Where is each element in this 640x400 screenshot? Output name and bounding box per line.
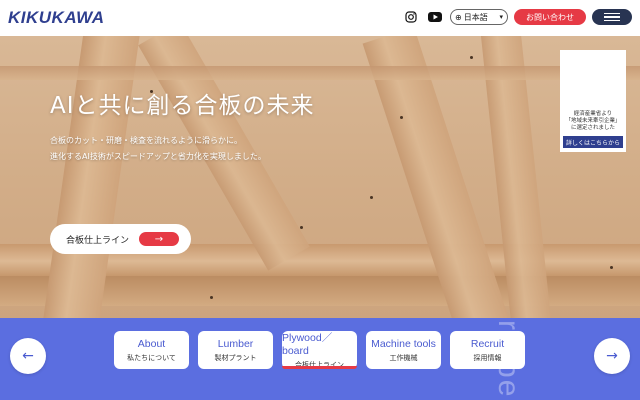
cta-label: 合板仕上ライン	[66, 235, 130, 246]
plywood-line-button[interactable]: 合板仕上ライン →	[50, 224, 191, 254]
carousel-prev-button[interactable]: ←	[10, 338, 46, 374]
card-subtitle: 採用情報	[473, 353, 502, 362]
language-select[interactable]: ⊕ 日本語 ▾	[450, 9, 508, 25]
hero-title: AIと共に創る合板の未来	[50, 93, 315, 119]
card-subtitle: 製材プラント	[214, 353, 257, 362]
card-machine-tools[interactable]: Machine tools 工作機械	[366, 331, 441, 369]
award-text-line: に選定されました	[570, 125, 615, 131]
arrow-right-icon: →	[606, 348, 618, 364]
contact-button[interactable]: お問い合わせ	[514, 9, 586, 25]
wood-knot	[370, 196, 373, 199]
wood-beam	[0, 66, 640, 80]
youtube-icon[interactable]	[426, 8, 444, 26]
section-cards: About 私たちについて Lumber 製材プラント Plywood／boar…	[114, 331, 525, 369]
card-title: Machine tools	[371, 337, 436, 350]
site-logo[interactable]: KIKUKAWA	[8, 8, 105, 28]
arrow-right-icon: →	[139, 232, 179, 246]
carousel-next-button[interactable]: →	[594, 338, 630, 374]
award-banner: 経済産業省より 「地域未来牽引企業」 に選定されました 詳しくはこちらから	[560, 50, 626, 152]
wood-knot	[210, 296, 213, 299]
award-text: 経済産業省より 「地域未来牽引企業」 に選定されました	[565, 111, 620, 132]
card-title: Recruit	[470, 337, 505, 350]
chevron-down-icon: ▾	[499, 13, 503, 21]
hero-description: 合板のカット・研磨・検査を流れるように滑らかに。 進化するAI技術がスピードアッ…	[50, 133, 266, 165]
card-lumber[interactable]: Lumber 製材プラント	[198, 331, 273, 369]
wood-knot	[300, 226, 303, 229]
site-header: KIKUKAWA ⊕ 日本語 ▾ お問い合わせ	[0, 0, 640, 36]
card-subtitle: 工作機械	[389, 353, 418, 362]
wood-knot	[610, 266, 613, 269]
wood-knot	[400, 116, 403, 119]
arrow-left-icon: ←	[22, 348, 34, 364]
wood-knot	[470, 56, 473, 59]
card-plywood[interactable]: Plywood／board 合板仕上ライン	[282, 331, 357, 369]
card-about[interactable]: About 私たちについて	[114, 331, 189, 369]
card-recruit[interactable]: Recruit 採用情報	[450, 331, 525, 369]
header-actions: ⊕ 日本語 ▾ お問い合わせ	[402, 8, 632, 26]
hero-description-line: 進化するAI技術がスピードアップと省力化を実現しました。	[50, 152, 266, 161]
hero-description-line: 合板のカット・研磨・検査を流れるように滑らかに。	[50, 136, 242, 145]
award-details-link[interactable]: 詳しくはこちらから	[563, 136, 623, 148]
card-title: Plywood／board	[282, 332, 333, 357]
card-title: Lumber	[217, 337, 254, 350]
card-subtitle: 合板仕上ライン	[295, 361, 344, 369]
card-title: About	[137, 337, 166, 350]
card-subtitle: 私たちについて	[127, 353, 176, 362]
award-text-line: 経済産業省より	[573, 111, 613, 117]
hamburger-menu-icon[interactable]	[592, 9, 632, 25]
award-text-line: 「地域未来牽引企業」	[565, 118, 621, 124]
globe-icon: ⊕	[455, 12, 462, 22]
language-label: 日本語	[463, 12, 488, 22]
instagram-icon[interactable]	[402, 8, 420, 26]
